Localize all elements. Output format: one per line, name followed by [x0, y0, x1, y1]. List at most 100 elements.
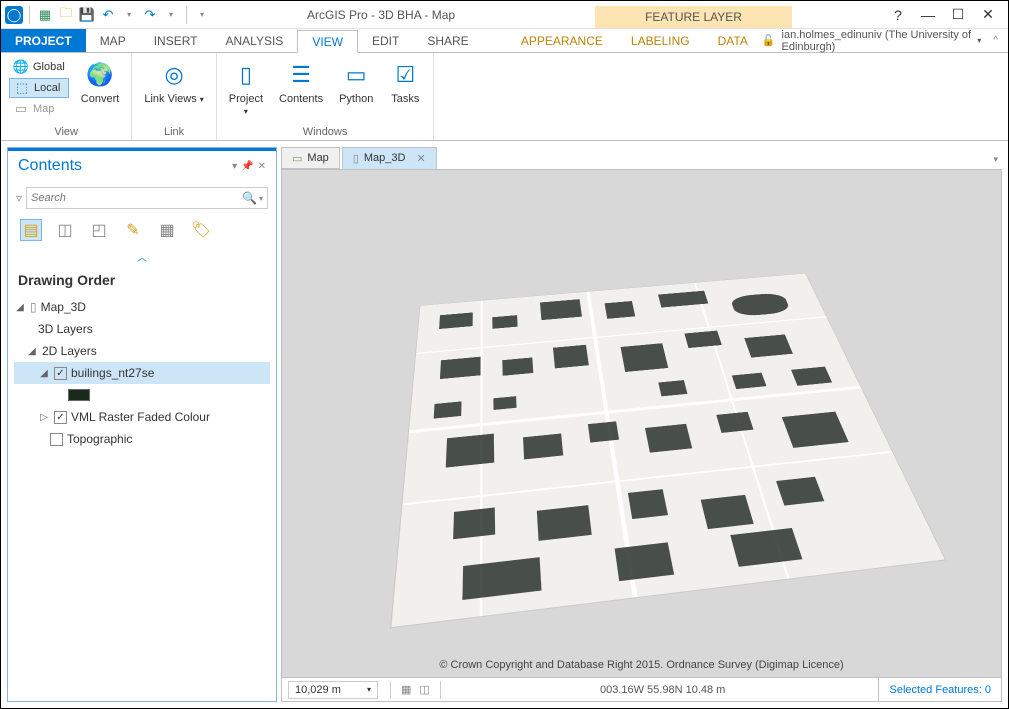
- app-icon[interactable]: ◯: [5, 6, 23, 24]
- ribbon-tabs: PROJECT MAP INSERT ANALYSIS VIEW EDIT SH…: [1, 29, 1008, 53]
- quick-access-toolbar: ◯ ▦ 🗀 💾 ↶ ▾ ↷ ▾ ▾: [5, 6, 211, 24]
- map-label: Map: [33, 103, 54, 115]
- status-coords: 003.16W 55.98N 10.48 m: [447, 684, 879, 696]
- tree-map-root[interactable]: ◢ ▯ Map_3D: [14, 296, 270, 318]
- user-area[interactable]: 🔓 ian.holmes_edinuniv (The University of…: [762, 29, 1008, 52]
- python-label: Python: [339, 93, 373, 105]
- global-button[interactable]: 🌐Global: [9, 57, 69, 77]
- symbol-swatch[interactable]: [68, 389, 90, 401]
- ribbon-group-windows: ▯ Project▾ ☰ Contents ▭ Python ☑ Tasks W…: [217, 53, 435, 140]
- user-lock-icon: 🔓: [762, 34, 776, 47]
- map-button[interactable]: ▭ Map: [9, 99, 69, 119]
- map3d-tab-label: Map_3D: [364, 152, 406, 164]
- scene-tab-icon: ▯: [353, 152, 359, 165]
- open-icon[interactable]: 🗀: [57, 6, 75, 24]
- toc-toolbar: ▤ ◫ ◰ ✎ ▦ 🏷: [8, 213, 276, 247]
- tab-appearance[interactable]: APPEARANCE: [507, 29, 617, 52]
- close-tab-icon[interactable]: ✕: [416, 152, 425, 165]
- tree-2d-layers[interactable]: ◢ 2D Layers: [14, 340, 270, 362]
- tree-3d-layers[interactable]: 3D Layers: [14, 318, 270, 340]
- undo-dropdown-icon[interactable]: ▾: [120, 6, 138, 24]
- contents-icon: ☰: [285, 59, 317, 91]
- tab-view[interactable]: VIEW: [297, 30, 358, 53]
- global-label: Global: [33, 61, 65, 73]
- layer-vml-label: VML Raster Faded Colour: [71, 410, 210, 424]
- layer-buildings-label: builings_nt27se: [71, 366, 154, 380]
- maximize-button[interactable]: ☐: [948, 5, 968, 25]
- filter-icon[interactable]: ▿: [16, 191, 22, 205]
- project-pane-button[interactable]: ▯ Project▾: [225, 57, 267, 119]
- list-by-selection-icon[interactable]: ◰: [88, 219, 110, 241]
- search-dropdown-icon[interactable]: ▾: [259, 194, 263, 203]
- undo-icon[interactable]: ↶: [99, 6, 117, 24]
- tree-layer-buildings[interactable]: ◢ ✓ builings_nt27se: [14, 362, 270, 384]
- drawing-order-heading: Drawing Order: [8, 266, 276, 294]
- user-label: ian.holmes_edinuniv (The University of E…: [782, 29, 972, 53]
- expand-icon[interactable]: ◢: [38, 368, 50, 379]
- tree-layer-swatch[interactable]: [14, 384, 270, 406]
- tree-layer-vml[interactable]: ▷ ✓ VML Raster Faded Colour: [14, 406, 270, 428]
- tab-overflow-icon[interactable]: ▾: [989, 150, 1002, 169]
- tab-project[interactable]: PROJECT: [1, 29, 86, 52]
- expand-icon[interactable]: ◢: [14, 302, 26, 313]
- minimize-button[interactable]: —: [918, 5, 938, 25]
- tab-analysis[interactable]: ANALYSIS: [212, 29, 298, 52]
- tab-share[interactable]: SHARE: [413, 29, 482, 52]
- map-attribution: © Crown Copyright and Database Right 201…: [282, 659, 1001, 671]
- redo-dropdown-icon[interactable]: ▾: [162, 6, 180, 24]
- list-by-drawing-order-icon[interactable]: ▤: [20, 219, 42, 241]
- list-by-labeling-icon[interactable]: 🏷: [190, 219, 212, 241]
- save-icon[interactable]: 💾: [78, 6, 96, 24]
- convert-button[interactable]: 🌍 Convert: [77, 57, 124, 107]
- redo-icon[interactable]: ↷: [141, 6, 159, 24]
- search-icon[interactable]: 🔍: [242, 191, 257, 205]
- python-button[interactable]: ▭ Python: [335, 57, 377, 107]
- layer-checkbox[interactable]: ✓: [54, 367, 67, 380]
- tab-data[interactable]: DATA: [704, 29, 762, 52]
- list-by-editing-icon[interactable]: ✎: [122, 219, 144, 241]
- list-by-source-icon[interactable]: ◫: [54, 219, 76, 241]
- collapse-icon[interactable]: ︿: [8, 247, 276, 266]
- map-icon: ▭: [13, 101, 29, 117]
- user-dropdown-icon: ▾: [977, 36, 981, 45]
- pane-options-icon[interactable]: ▾: [232, 161, 237, 172]
- local-button[interactable]: ⬚Local: [9, 78, 69, 98]
- expand-icon[interactable]: ▷: [38, 412, 50, 423]
- tab-insert[interactable]: INSERT: [140, 29, 212, 52]
- qat-customize-icon[interactable]: ▾: [193, 6, 211, 24]
- pane-close-icon[interactable]: ✕: [258, 161, 266, 172]
- map-tab-map[interactable]: ▭ Map: [281, 147, 340, 169]
- layer-checkbox[interactable]: [50, 433, 63, 446]
- search-row: ▿ 🔍 ▾: [8, 183, 276, 213]
- layer-checkbox[interactable]: ✓: [54, 411, 67, 424]
- list-by-snapping-icon[interactable]: ▦: [156, 219, 178, 241]
- status-tool-icon-1[interactable]: ▦: [397, 683, 415, 696]
- contents-pane: Contents ▾ 📌 ✕ ▿ 🔍 ▾ ▤ ◫ ◰ ✎ ▦ 🏷 ︿ Drawi…: [7, 147, 277, 702]
- map-view[interactable]: © Crown Copyright and Database Right 201…: [281, 169, 1002, 678]
- status-bar: 10,029 m ▾ ▦ ◫ 003.16W 55.98N 10.48 m Se…: [281, 678, 1002, 702]
- close-button[interactable]: ✕: [978, 5, 998, 25]
- tab-map[interactable]: MAP: [86, 29, 140, 52]
- pane-pin-icon[interactable]: 📌: [241, 161, 253, 172]
- tab-labeling[interactable]: LABELING: [617, 29, 704, 52]
- scale-selector[interactable]: 10,029 m ▾: [288, 681, 378, 699]
- status-selected[interactable]: Selected Features: 0: [878, 678, 1001, 701]
- tree-3d-label: 3D Layers: [38, 322, 93, 336]
- map-area: ▭ Map ▯ Map_3D ✕ ▾: [281, 147, 1002, 702]
- status-tool-icon-2[interactable]: ◫: [415, 683, 433, 696]
- tab-edit[interactable]: EDIT: [358, 29, 413, 52]
- map-tab-map3d[interactable]: ▯ Map_3D ✕: [342, 147, 437, 169]
- tasks-button[interactable]: ☑ Tasks: [385, 57, 425, 107]
- ribbon-collapse-icon[interactable]: ^: [993, 35, 998, 46]
- search-box[interactable]: 🔍 ▾: [26, 187, 268, 209]
- contents-pane-button[interactable]: ☰ Contents: [275, 57, 327, 107]
- tree-layer-topo[interactable]: Topographic: [14, 428, 270, 450]
- ribbon: 🌐Global ⬚Local ▭Map 🌍 Convert View ◎ Lin…: [1, 53, 1008, 141]
- search-input[interactable]: [31, 192, 242, 204]
- python-icon: ▭: [340, 59, 372, 91]
- help-button[interactable]: ?: [888, 5, 908, 25]
- expand-icon[interactable]: ◢: [26, 346, 38, 357]
- link-views-button[interactable]: ◎ Link Views ▾: [140, 57, 207, 107]
- new-icon[interactable]: ▦: [36, 6, 54, 24]
- group-label-windows: Windows: [225, 124, 426, 138]
